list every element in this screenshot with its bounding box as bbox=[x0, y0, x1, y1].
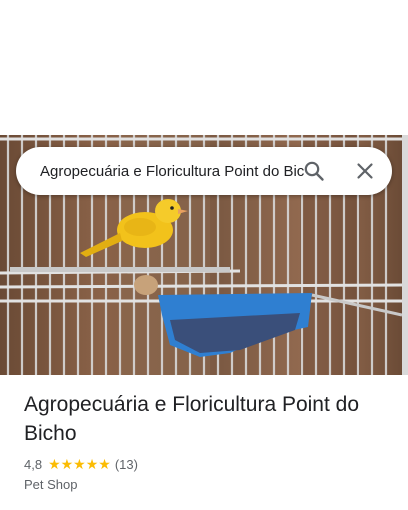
rating-row[interactable]: 4,8 ★★★★★ (13) bbox=[24, 455, 138, 473]
map-header-blank bbox=[0, 0, 408, 135]
blue-feeder bbox=[158, 293, 402, 357]
search-icon[interactable] bbox=[302, 159, 326, 183]
review-count[interactable]: (13) bbox=[115, 457, 138, 472]
search-box[interactable] bbox=[16, 147, 392, 195]
star-rating-icon: ★★★★★ bbox=[48, 455, 111, 472]
close-icon[interactable] bbox=[353, 159, 377, 183]
place-category[interactable]: Pet Shop bbox=[24, 477, 78, 492]
rating-value: 4,8 bbox=[24, 456, 43, 472]
scrollbar-track[interactable] bbox=[402, 135, 408, 375]
place-name: Agropecuária e Floricultura Point do Bic… bbox=[24, 393, 360, 445]
search-input[interactable] bbox=[40, 160, 304, 182]
